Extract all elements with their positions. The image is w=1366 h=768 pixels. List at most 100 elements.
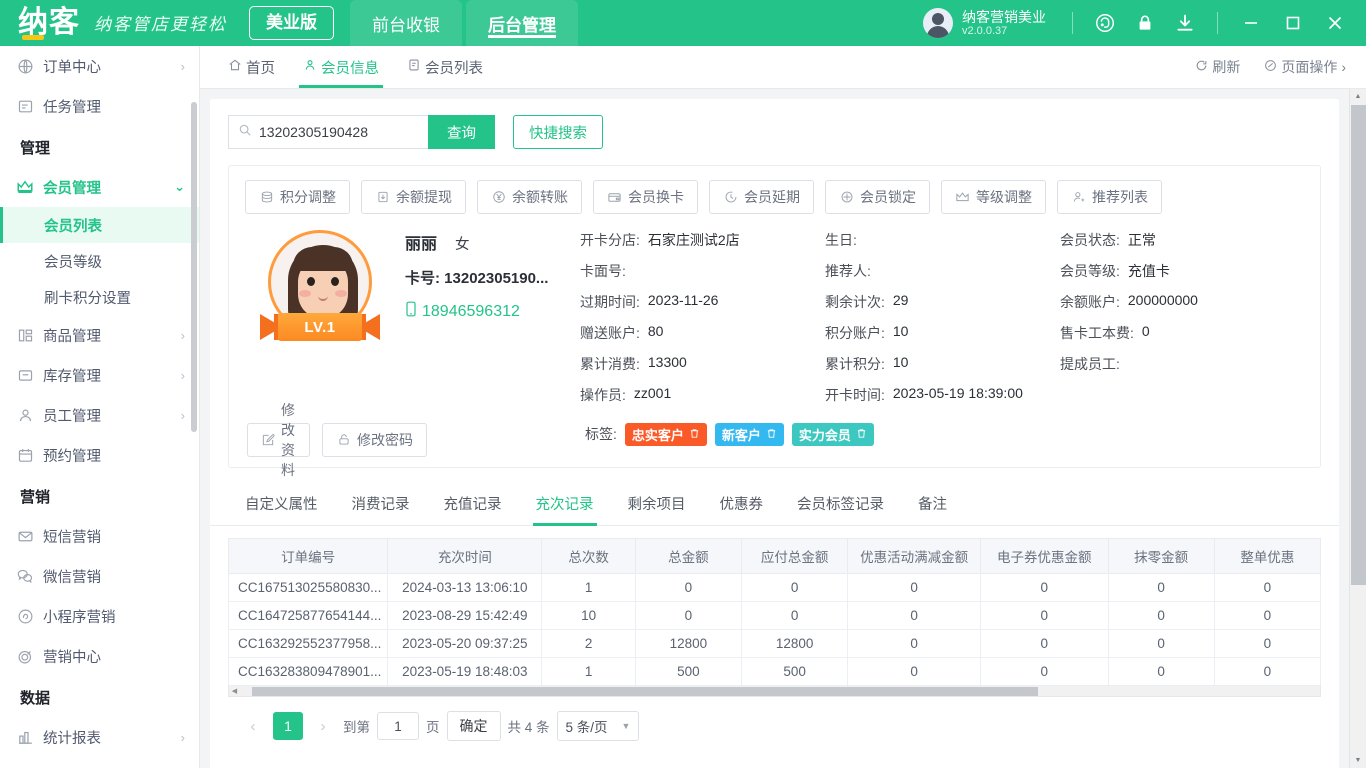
page-size-select[interactable]: 5 条/页 ▼ — [557, 711, 640, 741]
page-unit-label: 页 — [426, 716, 440, 736]
tab-times-recharge-records[interactable]: 充次记录 — [519, 482, 611, 526]
trash-icon[interactable] — [856, 427, 867, 442]
table-horizontal-scrollbar[interactable]: ◀ — [228, 686, 1321, 697]
scroll-up-icon[interactable]: ▲ — [1350, 89, 1366, 104]
page-1-button[interactable]: 1 — [273, 712, 303, 740]
list-icon — [407, 58, 421, 76]
member-extend-button[interactable]: 会员延期 — [709, 180, 814, 214]
page-scrollbar[interactable]: ▲ ▼ — [1349, 89, 1366, 768]
sidebar-item-sms[interactable]: 短信营销 — [0, 516, 199, 556]
close-icon[interactable] — [1314, 0, 1356, 46]
sidebar-scroll[interactable]: 订单中心 › 任务管理 管理 会员管理 ⌄ 会员列表 会员等级 刷卡积分设置 — [0, 46, 199, 768]
breadcrumb-tabbar: 首页 会员信息 会员列表 刷新 — [200, 46, 1366, 89]
points-adjust-button[interactable]: 积分调整 — [245, 180, 350, 214]
sidebar-item-appointment[interactable]: 预约管理 — [0, 435, 199, 475]
headset-icon[interactable] — [1085, 0, 1125, 46]
edit-profile-button[interactable]: 修改资料 — [247, 423, 310, 457]
tab-home[interactable]: 首页 — [214, 46, 289, 88]
info-field: 过期时间:2023-11-26 — [580, 292, 825, 312]
table-header-row: 订单编号 充次时间 总次数 总金额 应付总金额 优惠活动满减金额 电子券优惠金额… — [229, 539, 1321, 574]
field-label: 累计消费: — [580, 354, 640, 374]
sidebar-item-marketing-center[interactable]: 营销中心 — [0, 636, 199, 676]
action-label: 会员换卡 — [628, 187, 684, 207]
trash-icon[interactable] — [766, 427, 777, 442]
field-label: 过期时间: — [580, 292, 640, 312]
search-input[interactable] — [259, 124, 419, 140]
records-table-zone: 订单编号 充次时间 总次数 总金额 应付总金额 优惠活动满减金额 电子券优惠金额… — [210, 526, 1339, 768]
edition-button[interactable]: 美业版 — [249, 6, 334, 40]
sidebar-item-miniapp[interactable]: 小程序营销 — [0, 596, 199, 636]
mode-tab-frontdesk[interactable]: 前台收银 — [350, 0, 462, 46]
table-row[interactable]: CC167513025580830... 2024-03-13 13:06:10… — [229, 574, 1321, 602]
phone-icon — [405, 301, 417, 322]
refresh-button[interactable]: 刷新 — [1185, 57, 1250, 77]
balance-transfer-button[interactable]: 余额转账 — [477, 180, 582, 214]
tab-remaining-items[interactable]: 剩余项目 — [611, 482, 703, 526]
cell-order-no: CC167513025580830... — [229, 574, 388, 602]
table-row[interactable]: CC164725877654144... 2023-08-29 15:42:49… — [229, 602, 1321, 630]
sidebar-item-member-list[interactable]: 会员列表 — [0, 207, 199, 243]
tab-consumption-records[interactable]: 消费记录 — [335, 482, 427, 526]
user-profile[interactable]: 纳客营销美业 v2.0.0.37 — [923, 8, 1060, 38]
sidebar-item-staff[interactable]: 员工管理 › — [0, 395, 199, 435]
cell-total-times: 1 — [542, 574, 635, 602]
scroll-left-icon[interactable]: ◀ — [229, 687, 240, 695]
mode-tab-backend[interactable]: 后台管理 — [466, 0, 578, 46]
sidebar-item-order-center[interactable]: 订单中心 › — [0, 46, 199, 86]
scroll-down-icon[interactable]: ▼ — [1350, 753, 1366, 768]
sidebar-scrollbar-thumb[interactable] — [191, 102, 197, 432]
field-value — [871, 261, 879, 281]
main-area: 首页 会员信息 会员列表 刷新 — [200, 46, 1366, 768]
level-adjust-button[interactable]: 等级调整 — [941, 180, 1046, 214]
tab-member-info[interactable]: 会员信息 — [289, 46, 393, 88]
confirm-page-button[interactable]: 确定 — [447, 711, 501, 741]
tag-new-customer[interactable]: 新客户 — [715, 423, 784, 446]
balance-withdraw-button[interactable]: 余额提现 — [361, 180, 466, 214]
field-label: 剩余计次: — [825, 292, 885, 312]
sidebar-item-stock[interactable]: 库存管理 › — [0, 355, 199, 395]
tab-coupons[interactable]: 优惠券 — [703, 482, 781, 526]
hscroll-thumb[interactable] — [252, 687, 1038, 696]
member-level-badge: LV.1 — [258, 310, 382, 344]
card-change-button[interactable]: 会员换卡 — [593, 180, 698, 214]
sidebar-item-swipe-points[interactable]: 刷卡积分设置 — [0, 279, 199, 315]
divider — [1072, 12, 1073, 34]
sidebar-item-goods[interactable]: 商品管理 › — [0, 315, 199, 355]
tag-strong-member[interactable]: 实力会员 — [792, 423, 874, 446]
sidebar-item-task[interactable]: 任务管理 — [0, 86, 199, 126]
cell-evoucher-discount: 0 — [981, 602, 1108, 630]
sidebar-item-reports[interactable]: 统计报表 › — [0, 717, 199, 757]
query-button[interactable]: 查询 — [428, 115, 495, 149]
maximize-icon[interactable] — [1272, 0, 1314, 46]
table-row[interactable]: CC163292552377958... 2023-05-20 09:37:25… — [229, 630, 1321, 658]
tab-member-tag-records[interactable]: 会员标签记录 — [780, 482, 901, 526]
cell-total-times: 1 — [542, 658, 635, 686]
referral-list-button[interactable]: 推荐列表 — [1057, 180, 1162, 214]
info-field: 累计消费:13300 — [580, 354, 825, 374]
search-input-wrapper[interactable] — [228, 115, 428, 149]
sidebar-item-member-level[interactable]: 会员等级 — [0, 243, 199, 279]
quick-search-button[interactable]: 快捷搜索 — [513, 115, 603, 149]
lock-icon[interactable] — [1125, 0, 1165, 46]
prev-page-button[interactable]: ‹ — [240, 713, 266, 739]
tab-remarks[interactable]: 备注 — [901, 482, 964, 526]
sidebar-item-wechat[interactable]: 微信营销 — [0, 556, 199, 596]
member-lock-button[interactable]: 会员锁定 — [825, 180, 930, 214]
goto-page-input[interactable] — [377, 712, 419, 740]
tab-recharge-records[interactable]: 充值记录 — [427, 482, 519, 526]
tab-custom-attributes[interactable]: 自定义属性 — [228, 482, 335, 526]
next-page-button[interactable]: › — [310, 713, 336, 739]
tag-loyal-customer[interactable]: 忠实客户 — [625, 423, 707, 446]
info-field: 累计积分:10 — [825, 354, 1060, 374]
sidebar-item-member-mgmt[interactable]: 会员管理 ⌄ — [0, 167, 199, 207]
page-scrollbar-thumb[interactable] — [1351, 105, 1366, 585]
user-icon — [16, 406, 34, 424]
tab-member-list[interactable]: 会员列表 — [393, 46, 497, 88]
sidebar-scrollbar-track[interactable] — [192, 46, 198, 768]
minimize-icon[interactable] — [1230, 0, 1272, 46]
trash-icon[interactable] — [689, 427, 700, 442]
page-action-button[interactable]: 页面操作 › — [1254, 57, 1356, 77]
table-row[interactable]: CC163283809478901... 2023-05-19 18:48:03… — [229, 658, 1321, 686]
app-version: v2.0.0.37 — [962, 25, 1046, 38]
download-icon[interactable] — [1165, 0, 1205, 46]
